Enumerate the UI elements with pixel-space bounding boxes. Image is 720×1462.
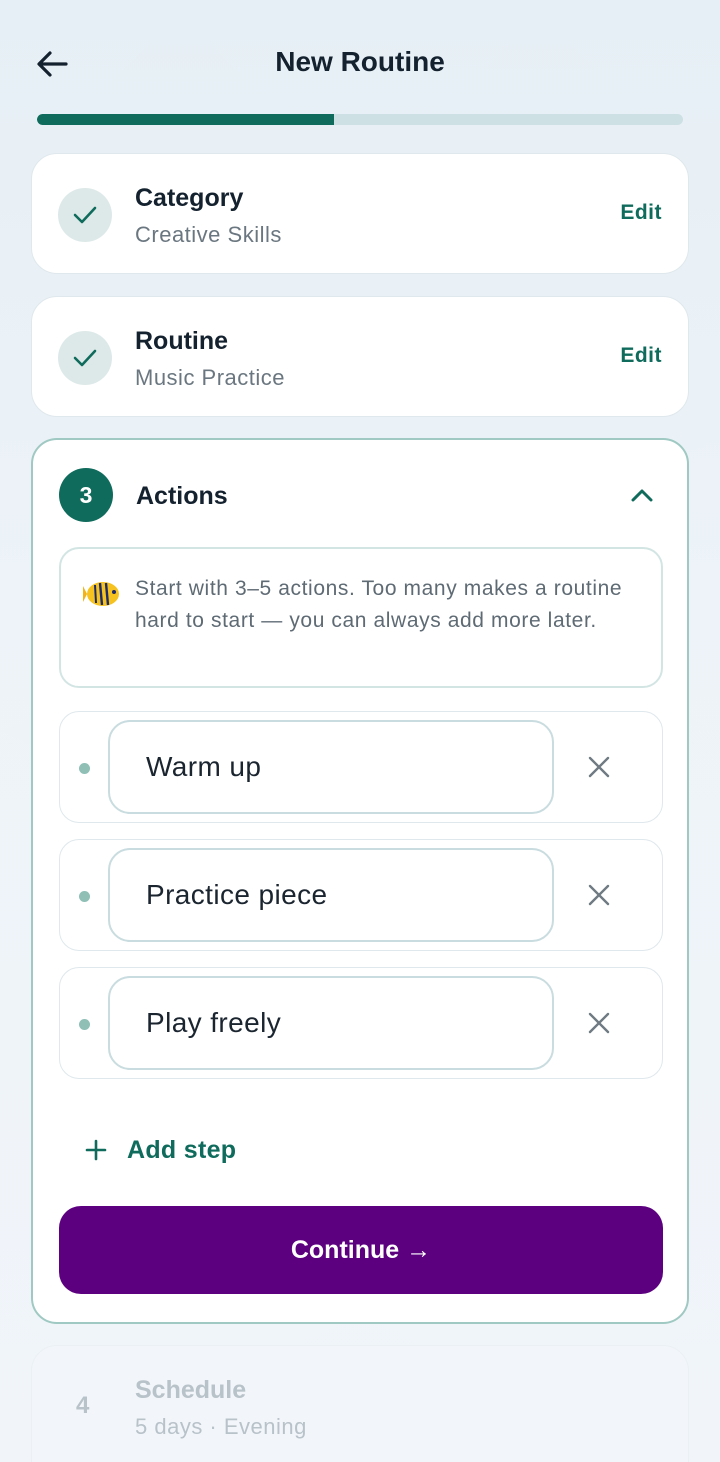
step-card-routine: Routine Music Practice Edit <box>31 296 689 417</box>
step-number-badge: 3 <box>59 468 113 522</box>
action-input[interactable] <box>108 848 554 942</box>
add-step-label: Add step <box>127 1135 237 1164</box>
edit-category-button[interactable]: Edit <box>620 201 662 225</box>
chevron-up-icon <box>631 489 653 502</box>
progress-fill <box>37 114 335 125</box>
step-title: Routine <box>135 327 229 355</box>
plus-icon <box>85 1139 107 1161</box>
close-icon <box>588 756 610 778</box>
step-complete-badge <box>58 188 112 242</box>
step-title: Category <box>135 184 244 212</box>
drag-handle[interactable] <box>79 763 90 774</box>
step-card-schedule[interactable]: 4 Schedule 5 days · Evening <box>31 1345 689 1462</box>
step-value: Music Practice <box>135 365 286 390</box>
step-title: Actions <box>136 482 228 510</box>
step-complete-badge <box>58 331 112 385</box>
remove-action-button[interactable] <box>582 1006 616 1040</box>
step-number: 4 <box>76 1392 90 1419</box>
page-title: New Routine <box>275 46 445 77</box>
tip-text: Start with 3–5 actions. Too many makes a… <box>135 577 623 632</box>
check-icon <box>73 206 97 224</box>
step-value: 5 days · Evening <box>135 1414 307 1439</box>
add-step-button[interactable]: Add step <box>85 1130 236 1170</box>
action-row <box>59 839 663 951</box>
drag-handle[interactable] <box>79 1019 90 1030</box>
action-input[interactable] <box>108 976 554 1070</box>
step-card-category: Category Creative Skills Edit <box>31 153 689 274</box>
step-title: Schedule <box>135 1376 247 1404</box>
edit-routine-button[interactable]: Edit <box>620 344 662 368</box>
continue-button[interactable]: Continue → <box>59 1206 663 1294</box>
collapse-button[interactable] <box>627 480 657 510</box>
action-input[interactable] <box>108 720 554 814</box>
progress-bar <box>37 114 683 125</box>
action-row <box>59 967 663 1079</box>
step-card-actions: 3 Actions Start with 3–5 actions. Too ma… <box>31 438 689 1324</box>
tropical-fish-icon <box>83 575 121 613</box>
drag-handle[interactable] <box>79 891 90 902</box>
remove-action-button[interactable] <box>582 750 616 784</box>
step-value: Creative Skills <box>135 222 282 247</box>
close-icon <box>588 884 610 906</box>
action-row <box>59 711 663 823</box>
close-icon <box>588 1012 610 1034</box>
remove-action-button[interactable] <box>582 878 616 912</box>
check-icon <box>73 349 97 367</box>
header: New Routine <box>0 0 720 130</box>
tip-box: Start with 3–5 actions. Too many makes a… <box>59 547 663 688</box>
